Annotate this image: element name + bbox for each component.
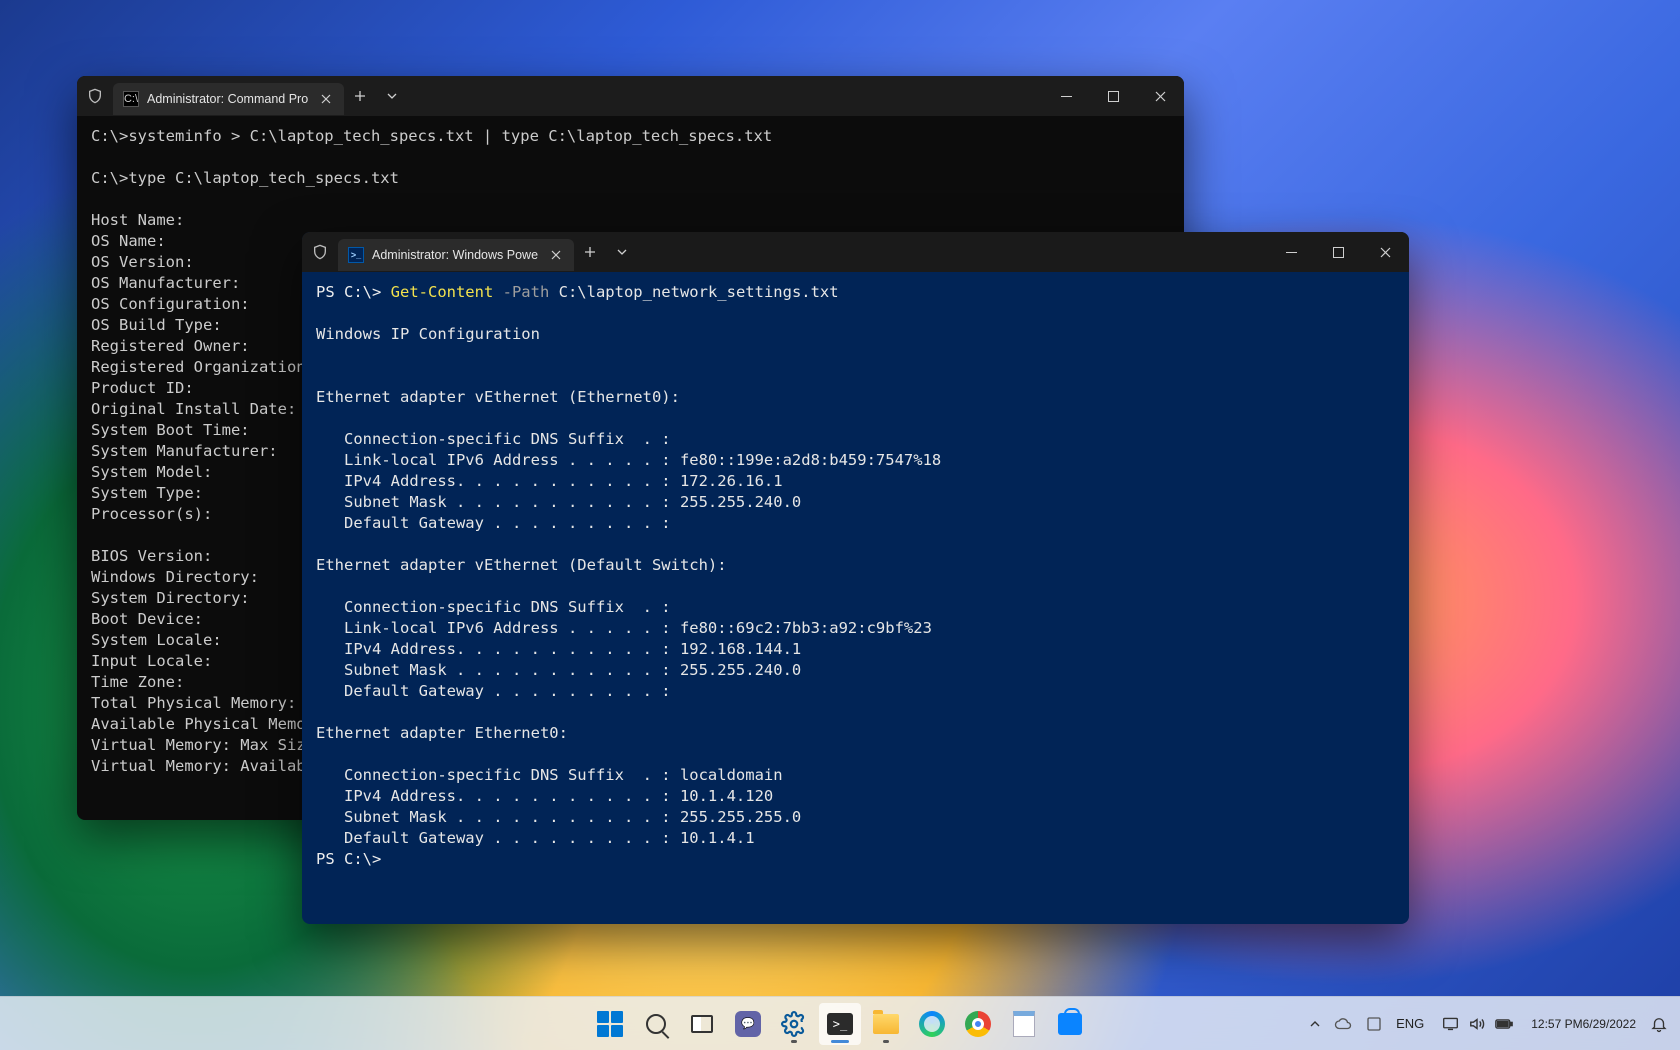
chevron-up-icon [1310,1021,1320,1027]
windows-logo-icon [597,1011,623,1037]
cmd-maximize-button[interactable] [1090,76,1137,116]
taskview-icon [691,1015,713,1033]
quick-settings-button[interactable] [1432,1003,1523,1045]
search-button[interactable] [635,1003,677,1045]
edge-button[interactable] [911,1003,953,1045]
edge-icon [919,1011,945,1037]
ps-minimize-button[interactable] [1268,232,1315,272]
clock-button[interactable]: 12:57 PM 6/29/2022 [1525,1003,1642,1045]
cmd-window-controls [1043,76,1184,116]
cmd-tab[interactable]: C:\ Administrator: Command Pro [113,83,344,115]
update-icon [1366,1016,1382,1032]
ps-tab[interactable]: >_ Administrator: Windows Powe [338,239,574,271]
chat-icon: 💬 [735,1011,761,1037]
powershell-window[interactable]: >_ Administrator: Windows Powe [302,232,1409,924]
chat-button[interactable]: 💬 [727,1003,769,1045]
cmd-titlebar[interactable]: C:\ Administrator: Command Pro [77,76,1184,116]
terminal-icon: >_ [827,1013,853,1035]
ps-tab-close-button[interactable] [546,245,566,265]
taskbar-center-icons: 💬 >_ [589,997,1091,1050]
gear-icon [781,1011,807,1037]
cmd-tab-icon: C:\ [123,91,139,107]
cmd-tab-close-button[interactable] [316,89,336,109]
ps-tab-title: Administrator: Windows Powe [372,248,538,262]
language-indicator[interactable]: ENG [1390,1003,1430,1045]
store-icon [1058,1013,1082,1035]
notepad-button[interactable] [1003,1003,1045,1045]
chrome-icon [965,1011,991,1037]
settings-button[interactable] [773,1003,815,1045]
windows-update-tray-icon[interactable] [1360,1003,1388,1045]
cmd-tab-dropdown-button[interactable] [376,76,408,116]
battery-icon [1495,1018,1513,1030]
ps-output[interactable]: PS C:\> Get-Content -Path C:\laptop_netw… [302,272,1409,924]
shield-icon [77,76,113,116]
time-label: 12:57 PM [1531,1017,1582,1031]
terminal-button[interactable]: >_ [819,1003,861,1045]
cmd-tab-title: Administrator: Command Pro [147,92,308,106]
ps-close-button[interactable] [1362,232,1409,272]
tray-overflow-button[interactable] [1304,1003,1326,1045]
cmd-close-button[interactable] [1137,76,1184,116]
network-icon [1442,1016,1459,1031]
taskbar[interactable]: 💬 >_ ENG [0,996,1680,1050]
ps-window-controls [1268,232,1409,272]
cmd-new-tab-button[interactable] [344,76,376,116]
notepad-icon [1013,1011,1035,1037]
onedrive-tray-icon[interactable] [1328,1003,1358,1045]
system-tray: ENG 12:57 PM 6/29/2022 [1304,997,1680,1050]
date-label: 6/29/2022 [1583,1017,1636,1031]
ps-tab-icon: >_ [348,247,364,263]
chrome-button[interactable] [957,1003,999,1045]
file-explorer-button[interactable] [865,1003,907,1045]
shield-icon [302,232,338,272]
start-button[interactable] [589,1003,631,1045]
ps-new-tab-button[interactable] [574,232,606,272]
cmd-minimize-button[interactable] [1043,76,1090,116]
bell-icon [1650,1015,1668,1033]
ps-titlebar[interactable]: >_ Administrator: Windows Powe [302,232,1409,272]
task-view-button[interactable] [681,1003,723,1045]
store-button[interactable] [1049,1003,1091,1045]
ps-tab-dropdown-button[interactable] [606,232,638,272]
desktop: C:\ Administrator: Command Pro [0,0,1680,1050]
cloud-icon [1334,1018,1352,1030]
volume-icon [1469,1017,1485,1031]
folder-icon [873,1014,899,1034]
search-icon [646,1014,666,1034]
ps-maximize-button[interactable] [1315,232,1362,272]
notifications-button[interactable] [1644,1003,1674,1045]
